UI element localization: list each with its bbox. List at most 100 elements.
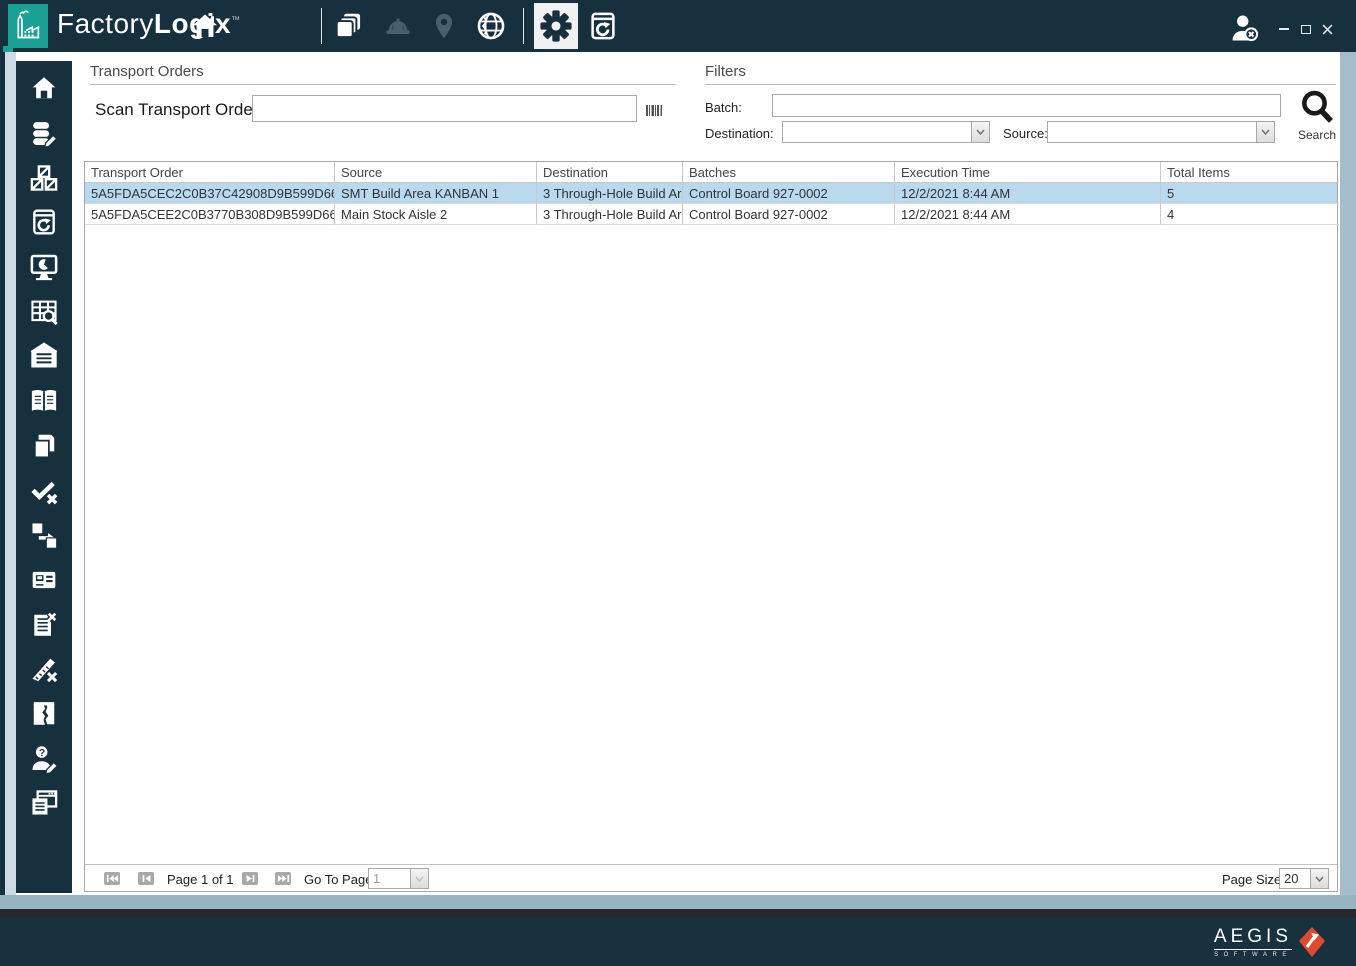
- minimize-button[interactable]: [1276, 22, 1292, 36]
- chevron-down-icon: [976, 129, 985, 135]
- database-edit-icon: [31, 120, 58, 149]
- stacked-forms-icon: [32, 790, 58, 815]
- col-header-source[interactable]: Source: [335, 162, 537, 183]
- sidebar-item-list-x[interactable]: [16, 602, 72, 647]
- next-page-icon: [246, 875, 254, 882]
- search-label: Search: [1297, 128, 1337, 142]
- user-signed-out-icon[interactable]: [1228, 12, 1262, 44]
- stacked-boxes-icon: [30, 165, 58, 191]
- sidebar-item-copy-pages[interactable]: [16, 424, 72, 469]
- scan-transport-order-input[interactable]: [252, 95, 637, 122]
- destination-select[interactable]: [782, 121, 990, 143]
- toolbar-divider: [523, 8, 524, 44]
- dropdown-button[interactable]: [1256, 122, 1274, 142]
- open-book-icon: [31, 390, 57, 412]
- sidebar-item-box-transfer[interactable]: [16, 513, 72, 558]
- copy-pages-icon: [33, 434, 55, 459]
- cell-batches: Control Board 927-0002: [683, 204, 895, 225]
- last-page-button[interactable]: [275, 872, 291, 885]
- search-button[interactable]: Search: [1294, 88, 1340, 142]
- transport-orders-grid: Transport Order Source Destination Batch…: [84, 161, 1339, 892]
- go-to-page-select[interactable]: 1: [368, 868, 429, 889]
- sidebar-item-monitor-chart[interactable]: [16, 245, 72, 290]
- hard-hat-icon[interactable]: [381, 10, 415, 42]
- sidebar-item-database-edit[interactable]: [16, 111, 72, 156]
- table-search-icon: [31, 300, 58, 325]
- cell-destination: 3 Through-Hole Build Ar...: [537, 204, 683, 225]
- table-row[interactable]: 5A5FDA5CEC2C0B37C42908D9B599D66B SMT Bui…: [85, 183, 1339, 204]
- maximize-icon: [1301, 24, 1311, 34]
- sidebar-item-warehouse[interactable]: [16, 334, 72, 379]
- go-to-page-value: 1: [373, 871, 381, 886]
- col-header-batches[interactable]: Batches: [683, 162, 895, 183]
- cell-total-items: 4: [1161, 204, 1339, 225]
- aegis-arrow-icon: [1299, 927, 1325, 957]
- monitor-chart-icon: [30, 254, 58, 281]
- sidebar-item-stacked-forms[interactable]: [16, 781, 72, 826]
- top-bar: FactoryLogix™: [0, 0, 1356, 55]
- home-icon[interactable]: [188, 10, 222, 42]
- sidebar-item-document-history[interactable]: [16, 200, 72, 245]
- source-select[interactable]: [1047, 121, 1275, 143]
- dropdown-button[interactable]: [1310, 869, 1328, 888]
- source-label: Source:: [1003, 126, 1048, 141]
- table-row[interactable]: 5A5FDA5CEE2C0B3770B308D9B599D66D Main St…: [85, 204, 1339, 225]
- aegis-tagline-text: SOFTWARE: [1214, 952, 1292, 958]
- documents-icon[interactable]: [332, 10, 366, 42]
- cell-batches: Control Board 927-0002: [683, 183, 895, 204]
- col-header-destination[interactable]: Destination: [537, 162, 683, 183]
- footer-strip: [0, 909, 1356, 918]
- torn-document-icon: [33, 702, 55, 725]
- sidebar-item-check-x[interactable]: [16, 468, 72, 513]
- chevron-down-icon: [1315, 876, 1324, 882]
- page-size-select[interactable]: 20: [1279, 868, 1329, 889]
- first-page-button[interactable]: [104, 872, 120, 885]
- sidebar-item-id-card[interactable]: [16, 558, 72, 603]
- dropdown-button[interactable]: [971, 122, 989, 142]
- page-size-value: 20: [1284, 871, 1299, 886]
- footer-bar: AEGIS SOFTWARE: [0, 918, 1356, 966]
- cell-transport-order: 5A5FDA5CEE2C0B3770B308D9B599D66D: [85, 204, 335, 225]
- dropdown-button[interactable]: [410, 869, 428, 888]
- cell-source: Main Stock Aisle 2: [335, 204, 537, 225]
- transport-orders-title: Transport Orders: [90, 63, 204, 80]
- go-to-page-label: Go To Page: [304, 872, 373, 887]
- sidebar-item-person-question[interactable]: ?: [16, 736, 72, 781]
- factorylogix-logo: [8, 4, 48, 48]
- factory-icon: [17, 10, 40, 39]
- col-header-transport-order[interactable]: Transport Order: [85, 162, 335, 183]
- settings-gear-icon[interactable]: [534, 3, 578, 49]
- window-margin-left: [5, 52, 16, 909]
- sidebar-item-table-search[interactable]: [16, 289, 72, 334]
- session-history-icon[interactable]: [586, 10, 620, 42]
- pagination-bar: Page 1 of 1 Go To Page 1 Page Size 20: [85, 864, 1337, 891]
- sidebar-item-set-square-x[interactable]: [16, 647, 72, 692]
- brand-regular: Factory: [57, 8, 154, 39]
- globe-icon[interactable]: [474, 10, 508, 42]
- next-page-button[interactable]: [242, 872, 258, 885]
- previous-page-button[interactable]: [138, 872, 154, 885]
- brand-trademark: ™: [231, 14, 241, 25]
- toolbar-divider: [321, 8, 322, 44]
- sidebar-item-home[interactable]: [16, 66, 72, 111]
- search-icon: [1302, 90, 1333, 123]
- sidebar-item-open-book[interactable]: [16, 379, 72, 424]
- maximize-button[interactable]: [1298, 22, 1314, 36]
- sidebar-item-stacked-boxes[interactable]: [16, 155, 72, 200]
- barcode-icon: [646, 103, 663, 121]
- sidebar: ?: [16, 61, 72, 893]
- chevron-down-icon: [415, 876, 424, 882]
- col-header-execution-time[interactable]: Execution Time: [895, 162, 1161, 183]
- id-card-icon: [32, 571, 56, 588]
- close-button[interactable]: [1319, 22, 1335, 36]
- cell-total-items: 5: [1161, 183, 1339, 204]
- batch-input[interactable]: [772, 94, 1281, 117]
- sidebar-item-torn-document[interactable]: [16, 692, 72, 737]
- location-pin-icon[interactable]: [427, 10, 461, 42]
- cell-execution-time: 12/2/2021 8:44 AM: [895, 183, 1161, 204]
- warehouse-icon: [30, 342, 58, 369]
- col-header-total-items[interactable]: Total Items: [1161, 162, 1339, 183]
- list-x-icon: [34, 611, 58, 636]
- person-question-icon: ?: [32, 745, 59, 774]
- page-indicator: Page 1 of 1: [167, 872, 234, 887]
